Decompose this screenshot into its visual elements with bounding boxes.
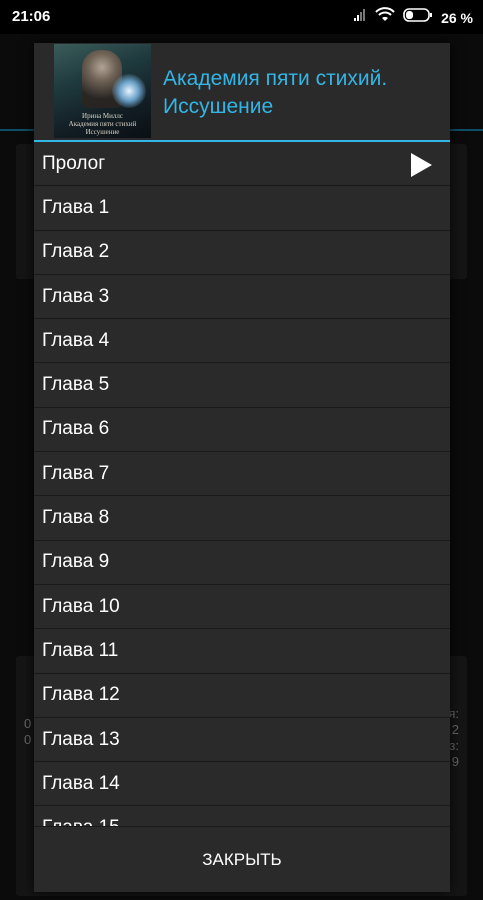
chapter-label: Глава 12 <box>42 684 120 706</box>
status-bar: 21:06 26 % <box>0 0 483 34</box>
chapter-item[interactable]: Глава 6 <box>34 408 450 453</box>
chapter-item[interactable]: Глава 1 <box>34 186 450 231</box>
chapter-item[interactable]: Глава 7 <box>34 452 450 497</box>
chapter-dialog: Ирина Миллс Академия пяти стихий Иссушен… <box>34 43 450 892</box>
chapter-label: Глава 15 <box>34 817 120 826</box>
chapter-label: Глава 14 <box>42 772 120 794</box>
chapter-list[interactable]: Пролог Глава 1 Глава 2 Глава 3 Глава 4 Г… <box>34 142 450 826</box>
cover-author: Ирина Миллс <box>82 112 123 120</box>
signal-icon <box>353 8 367 27</box>
battery-percent: 26 % <box>441 9 473 26</box>
chapter-label: Глава 3 <box>42 285 110 307</box>
chapter-label: Глава 10 <box>42 595 120 617</box>
chapter-item[interactable]: Пролог <box>34 142 450 187</box>
chapter-item[interactable]: Глава 9 <box>34 541 450 585</box>
cover-subtitle: Иссушение <box>85 128 120 136</box>
chapter-item[interactable]: Глава 12 <box>34 674 450 718</box>
background-text: 0 <box>24 716 32 731</box>
background-text: 0 <box>24 732 32 747</box>
chapter-label: Глава 6 <box>42 418 110 440</box>
dialog-title-line: Академия пяти стихий. <box>163 67 388 90</box>
chapter-label: Глава 7 <box>42 462 110 484</box>
chapter-item[interactable]: Глава 8 <box>34 496 450 541</box>
chapter-item[interactable]: Глава 5 <box>34 363 450 408</box>
book-cover: Ирина Миллс Академия пяти стихий Иссушен… <box>54 44 151 138</box>
chapter-label: Глава 9 <box>42 551 110 573</box>
chapter-label: Глава 2 <box>42 241 110 263</box>
cover-glow <box>112 74 146 108</box>
chapter-item[interactable]: Глава 11 <box>34 629 450 674</box>
chapter-label: Пролог <box>42 152 106 174</box>
chapter-item[interactable]: Глава 10 <box>34 585 450 630</box>
cover-title: Академия пяти стихий <box>68 120 137 128</box>
chapter-item[interactable]: Глава 14 <box>34 762 450 807</box>
chapter-item[interactable]: Глава 4 <box>34 319 450 364</box>
chapter-item[interactable]: Глава 2 <box>34 231 450 275</box>
close-button[interactable]: ЗАКРЫТЬ <box>34 827 450 893</box>
chapter-item[interactable]: Глава 3 <box>34 275 450 320</box>
chapter-label: Глава 11 <box>42 639 119 661</box>
chapter-label: Глава 13 <box>42 728 120 750</box>
chapter-label: Глава 1 <box>42 196 110 218</box>
chapter-label: Глава 8 <box>42 507 110 529</box>
play-icon <box>408 152 434 178</box>
battery-icon <box>403 8 433 27</box>
chapter-label: Глава 5 <box>42 374 110 396</box>
background-left-text: 0 0 <box>24 716 31 748</box>
chapter-label: Глава 4 <box>42 329 110 351</box>
chapter-item[interactable]: Глава 13 <box>34 718 450 763</box>
dialog-title-line: Иссушение <box>163 95 274 118</box>
status-icons: 26 % <box>353 7 473 28</box>
dialog-title: Академия пяти стихий. Иссушение <box>163 65 443 121</box>
cover-text: Ирина Миллс Академия пяти стихий Иссушен… <box>54 112 151 136</box>
wifi-icon <box>375 7 395 28</box>
status-time: 21:06 <box>12 8 51 25</box>
dialog-footer: ЗАКРЫТЬ <box>34 826 450 892</box>
dialog-header: Ирина Миллс Академия пяти стихий Иссушен… <box>34 43 450 142</box>
chapter-item[interactable]: Глава 15 <box>34 806 450 826</box>
